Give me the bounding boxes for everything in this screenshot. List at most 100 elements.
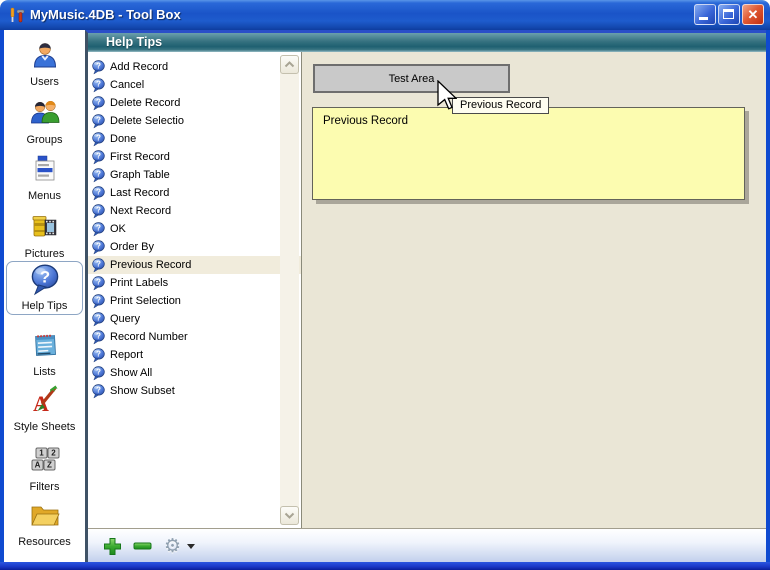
page-title: Help Tips [88, 33, 766, 52]
list-item-previous-record[interactable]: Previous Record [88, 256, 301, 274]
sidebar-item-label: Style Sheets [14, 421, 76, 433]
sidebar-item-filters[interactable]: 1 2 A Z Filters [6, 441, 83, 495]
help-bubble-icon [92, 96, 105, 111]
window-border-bottom [0, 562, 770, 570]
scroll-up-button[interactable] [280, 55, 299, 74]
sidebar-item-label: Users [30, 76, 59, 88]
help-bubble-icon [92, 276, 105, 291]
list-item-record-number[interactable]: Record Number [88, 328, 301, 346]
chevron-up-icon [284, 61, 295, 68]
list-item-first-record[interactable]: First Record [88, 148, 301, 166]
list-item-order-by[interactable]: Order By [88, 238, 301, 256]
content-pane: Help Tips Add Record Cancel Delete Recor… [85, 30, 766, 562]
help-tips-list: Add Record Cancel Delete Record Delete S… [88, 52, 302, 528]
svg-text:A: A [34, 461, 40, 470]
bottom-toolbar: ⚙ [88, 528, 766, 562]
test-panel: Test Area Previous Record Previous Recor… [303, 52, 766, 528]
help-bubble-icon [92, 384, 105, 399]
menus-icon [28, 152, 62, 189]
sidebar-item-help-tips[interactable]: Help Tips [6, 261, 83, 315]
caret-down-icon [187, 544, 195, 549]
list-item-show-subset[interactable]: Show Subset [88, 382, 301, 400]
add-button[interactable] [103, 529, 122, 563]
help-bubble-icon [92, 348, 105, 363]
sidebar-item-users[interactable]: Users [6, 36, 83, 90]
close-button[interactable]: ✕ [742, 4, 764, 25]
list-item-add-record[interactable]: Add Record [88, 58, 301, 76]
list-item-report[interactable]: Report [88, 346, 301, 364]
window-title: MyMusic.4DB - Tool Box [30, 0, 181, 30]
titlebar[interactable]: MyMusic.4DB - Tool Box ✕ [0, 0, 770, 30]
svg-text:2: 2 [51, 449, 56, 458]
users-icon [28, 38, 62, 75]
folder-icon [28, 498, 62, 535]
sidebar-item-groups[interactable]: Groups [6, 94, 83, 148]
minus-icon [133, 542, 152, 550]
test-area-button[interactable]: Test Area [313, 64, 510, 93]
sidebar-item-style-sheets[interactable]: A Style Sheets [6, 381, 83, 435]
plus-icon [103, 537, 122, 556]
lists-icon [28, 328, 62, 365]
list-item-done[interactable]: Done [88, 130, 301, 148]
sidebar-item-label: Lists [33, 366, 56, 378]
list-item-show-all[interactable]: Show All [88, 364, 301, 382]
style-sheets-icon: A [28, 383, 62, 420]
options-button[interactable]: ⚙ [164, 529, 195, 563]
minimize-button[interactable] [694, 4, 716, 25]
list-item-query[interactable]: Query [88, 310, 301, 328]
list-item-last-record[interactable]: Last Record [88, 184, 301, 202]
svg-text:A: A [33, 391, 49, 416]
sidebar-item-pictures[interactable]: Pictures [6, 208, 83, 262]
help-bubble-icon [92, 168, 105, 183]
sidebar-item-label: Resources [18, 536, 71, 548]
list-item-cancel[interactable]: Cancel [88, 76, 301, 94]
maximize-button[interactable] [718, 4, 740, 25]
toolbox-app-icon [8, 6, 26, 29]
help-bubble-icon [31, 264, 59, 299]
sidebar-item-label: Groups [26, 134, 62, 146]
list-scrollbar[interactable] [280, 55, 299, 525]
tip-text-editor[interactable]: Previous Record [312, 107, 745, 200]
list-item-next-record[interactable]: Next Record [88, 202, 301, 220]
gear-icon: ⚙ [164, 537, 181, 556]
sidebar-item-label: Menus [28, 190, 61, 202]
list-item-print-selection[interactable]: Print Selection [88, 292, 301, 310]
svg-text:Z: Z [47, 461, 52, 470]
help-bubble-icon [92, 366, 105, 381]
sidebar-item-label: Pictures [25, 248, 65, 260]
close-icon: ✕ [743, 7, 763, 23]
sidebar: Users Groups [4, 30, 85, 562]
sidebar-item-resources[interactable]: Resources [6, 496, 83, 550]
help-tip-tooltip: Previous Record [452, 97, 549, 114]
list-item-delete-record[interactable]: Delete Record [88, 94, 301, 112]
help-bubble-icon [92, 330, 105, 345]
help-bubble-icon [92, 60, 105, 75]
scroll-down-button[interactable] [280, 506, 299, 525]
maximize-icon [723, 9, 734, 19]
window-border-right [766, 30, 770, 562]
svg-text:1: 1 [39, 449, 44, 458]
pictures-icon [28, 210, 62, 247]
help-bubble-icon [92, 204, 105, 219]
remove-button[interactable] [133, 529, 152, 563]
mouse-cursor-icon [435, 80, 457, 115]
list-item-print-labels[interactable]: Print Labels [88, 274, 301, 292]
list-item-graph-table[interactable]: Graph Table [88, 166, 301, 184]
filters-icon: 1 2 A Z [28, 443, 62, 480]
app-window: MyMusic.4DB - Tool Box ✕ Users [0, 0, 770, 570]
help-bubble-icon [92, 114, 105, 129]
help-bubble-icon [92, 186, 105, 201]
minimize-icon [699, 17, 708, 20]
help-bubble-icon [92, 312, 105, 327]
list-item-ok[interactable]: OK [88, 220, 301, 238]
list-item-delete-selection[interactable]: Delete Selectio [88, 112, 301, 130]
help-bubble-icon [92, 78, 105, 93]
sidebar-item-menus[interactable]: Menus [6, 150, 83, 204]
chevron-down-icon [284, 512, 295, 519]
sidebar-item-lists[interactable]: Lists [6, 326, 83, 380]
sidebar-item-label: Filters [30, 481, 60, 493]
help-bubble-icon [92, 240, 105, 255]
help-bubble-icon [92, 150, 105, 165]
help-bubble-icon [92, 258, 105, 273]
help-bubble-icon [92, 294, 105, 309]
